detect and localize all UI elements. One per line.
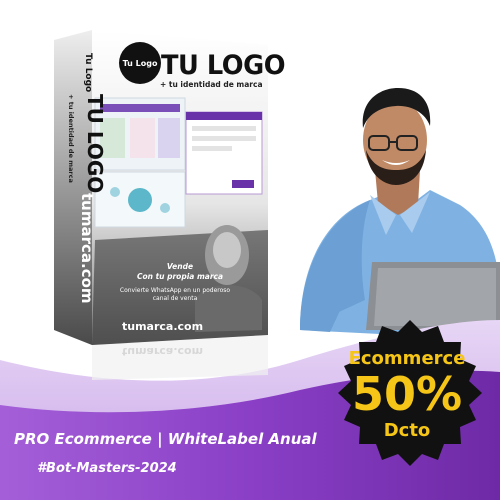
vende-line1: Vende — [166, 262, 194, 271]
box-vende-text: Vende Con tu propia marca — [125, 262, 235, 282]
box-logo-subtitle: + tu identidad de marca — [160, 80, 263, 89]
promo-banner: Tu Logo TU LOGO + tu identidad de marca … — [0, 0, 500, 500]
box-side-logo-title: TU LOGO — [83, 94, 107, 194]
box-side-domain: tumarca.com — [78, 193, 96, 304]
box-logo-circle-text: Tu Logo — [122, 59, 158, 68]
box-reflection-domain: tumarca.com — [122, 345, 204, 358]
promo-hashtag: #Bot-Masters-2024 — [37, 461, 177, 476]
badge-percent-label: 50% — [351, 367, 463, 421]
box-logo-title: TU LOGO — [161, 50, 286, 81]
box-side-logo-subtitle: + tu identidad de marca — [67, 94, 75, 183]
promo-title: PRO Ecommerce | WhiteLabel Anual — [14, 430, 317, 448]
badge-dcto-label: Dcto — [383, 420, 431, 441]
badge-ecommerce-label: Ecommerce — [348, 348, 466, 369]
vende-line2: Con tu propia marca — [136, 272, 224, 281]
box-convierte-text: Convierte WhatsApp en un poderoso canal … — [119, 287, 231, 302]
box-front-domain: tumarca.com — [122, 320, 204, 333]
box-side-logo-small: Tu Logo — [83, 53, 93, 93]
